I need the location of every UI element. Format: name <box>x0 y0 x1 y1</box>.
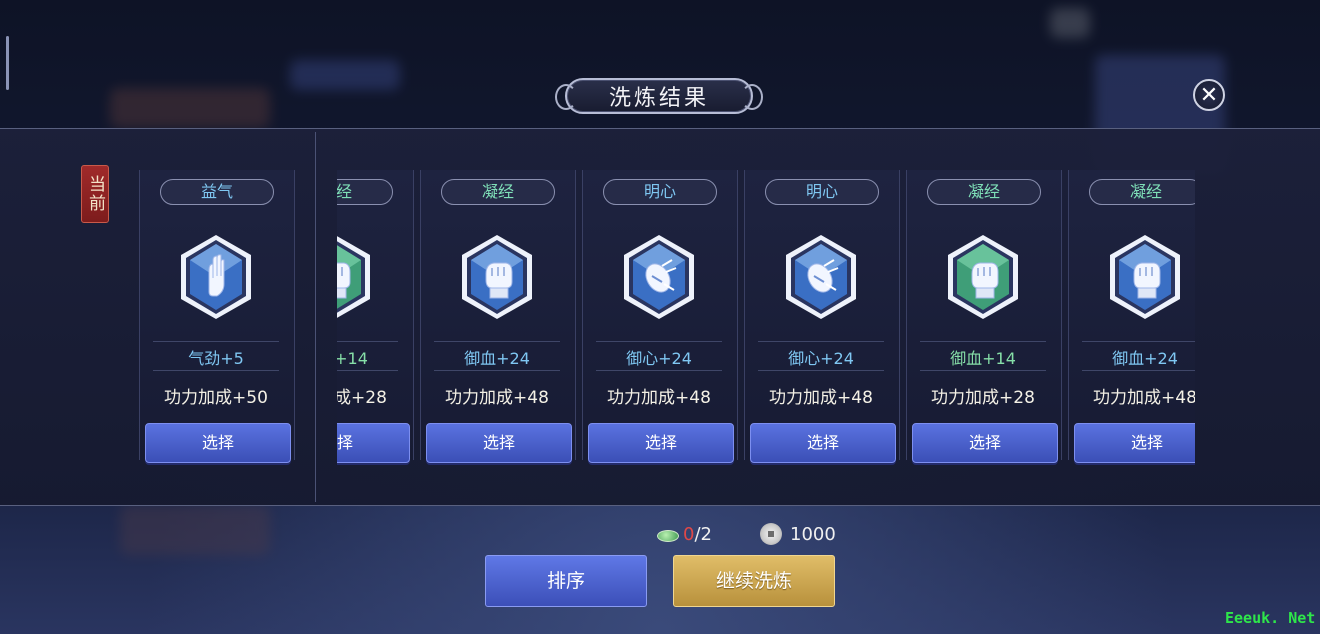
card-name-badge: 凝经 <box>337 179 393 205</box>
card-name-badge: 凝经 <box>927 179 1041 205</box>
background-blur <box>290 60 400 90</box>
card-power-bonus: 功力加成+28 <box>337 388 387 408</box>
fist-icon <box>946 234 1020 320</box>
card-divider <box>153 341 279 342</box>
fist-icon <box>1108 234 1182 320</box>
card-divider <box>596 341 722 342</box>
card-name-badge: 益气 <box>160 179 274 205</box>
jade-used: 0 <box>683 523 695 545</box>
card-power-bonus: 功力加成+28 <box>931 388 1035 408</box>
background-blur <box>1050 8 1090 38</box>
card-divider <box>1082 370 1195 371</box>
coin-cost: 1000 <box>760 522 836 546</box>
card-power-bonus: 功力加成+48 <box>769 388 873 408</box>
select-button[interactable]: 选择 <box>588 423 734 463</box>
jade-cost: 0 /2 <box>655 522 712 546</box>
select-button[interactable]: 选择 <box>426 423 572 463</box>
card-divider <box>153 370 279 371</box>
background-blur <box>110 88 270 128</box>
card-divider <box>920 341 1046 342</box>
card-attribute: 御血+24 <box>464 349 530 368</box>
jade-total: /2 <box>694 523 712 545</box>
card-attribute: 御心+24 <box>788 349 854 368</box>
watermark: Eeeuk. Net <box>1225 609 1316 627</box>
select-button[interactable]: 选择 <box>1074 423 1195 463</box>
dialog-title: 洗炼结果 <box>608 86 709 111</box>
result-card: 明心御心+24 功力加成+48 选择 <box>744 170 900 470</box>
close-button[interactable]: ✕ <box>1193 79 1225 111</box>
result-card: 凝经御血+14 功力加成+28 选择 <box>337 170 414 470</box>
card-power-bonus: 功力加成+48 <box>1093 388 1195 408</box>
select-button[interactable]: 选择 <box>912 423 1058 463</box>
select-button[interactable]: 选择 <box>145 423 291 463</box>
card-divider <box>337 341 398 342</box>
current-tag: 当前 <box>81 165 109 223</box>
palm-icon <box>179 234 253 320</box>
edge-indicator <box>6 36 9 90</box>
result-card: 凝经御血+24 功力加成+48 选择 <box>1068 170 1195 470</box>
card-name-badge: 明心 <box>765 179 879 205</box>
result-card: 凝经御血+24 功力加成+48 选择 <box>420 170 576 470</box>
card-attribute: 御血+14 <box>950 349 1016 368</box>
card-power-bonus: 功力加成+48 <box>607 388 711 408</box>
fist-icon <box>460 234 534 320</box>
card-name-badge: 明心 <box>603 179 717 205</box>
result-card: 凝经御血+14 功力加成+28 选择 <box>906 170 1062 470</box>
continue-refine-button[interactable]: 继续洗炼 <box>673 555 835 607</box>
card-attribute: 御心+24 <box>626 349 692 368</box>
coin-amount: 1000 <box>790 523 836 545</box>
card-divider <box>1082 341 1195 342</box>
dialog-title-plaque: 洗炼结果 <box>555 78 763 114</box>
jade-icon <box>655 527 679 542</box>
close-icon: ✕ <box>1199 83 1219 108</box>
result-cards-scroller[interactable]: 凝经御血+14 功力加成+28 选择 凝经御血+24 功力加成+48 选择 明心御心+24 功… <box>337 170 1195 470</box>
select-button[interactable]: 选择 <box>337 423 410 463</box>
card-name-badge: 凝经 <box>441 179 555 205</box>
select-button[interactable]: 选择 <box>750 423 896 463</box>
card-divider <box>596 370 722 371</box>
card-name-badge: 凝经 <box>1089 179 1195 205</box>
shield-icon <box>784 234 858 320</box>
result-card: 明心御心+24 功力加成+48 选择 <box>582 170 738 470</box>
card-power-bonus: 功力加成+48 <box>445 388 549 408</box>
sort-button[interactable]: 排序 <box>485 555 647 607</box>
shield-icon <box>622 234 696 320</box>
background-blur <box>120 505 270 555</box>
panel-divider <box>315 132 316 502</box>
current-card: 益气气劲+5 功力加成+50 选择 <box>139 170 295 470</box>
card-divider <box>758 341 884 342</box>
card-attribute: 御血+14 <box>337 349 368 368</box>
silver-coin-icon <box>760 523 782 545</box>
card-divider <box>337 370 398 371</box>
card-power-bonus: 功力加成+50 <box>164 388 268 408</box>
card-attribute: 气劲+5 <box>188 349 244 368</box>
card-divider <box>758 370 884 371</box>
card-divider <box>434 370 560 371</box>
card-divider <box>920 370 1046 371</box>
fist-icon <box>337 234 372 320</box>
card-attribute: 御血+24 <box>1112 349 1178 368</box>
card-divider <box>434 341 560 342</box>
